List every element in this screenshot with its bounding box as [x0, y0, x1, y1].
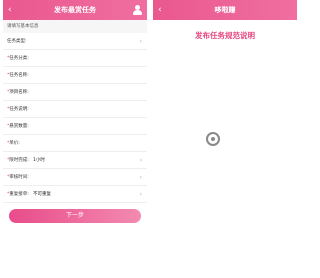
page-title: 哆啦赚 — [214, 6, 236, 14]
field-label-text: 任务名称: — [9, 73, 29, 78]
app-bar: ‹ 发布悬赏任务 — [3, 0, 147, 20]
task-form: 任务类型: › *任务分类: *任务名称: *项目名称: *任务说明: *悬赏数量: *单价:… — [3, 33, 147, 203]
form-row[interactable]: *限时完成: 1小时 › — [3, 152, 147, 169]
next-button[interactable]: 下一步 — [9, 209, 141, 223]
doc-title: 发布任务规范说明 — [195, 31, 255, 40]
chevron-right-icon: › — [139, 157, 142, 164]
chevron-right-icon: › — [139, 174, 142, 181]
field-label: *项目名称: — [7, 84, 29, 101]
form-row[interactable]: *任务分类: — [3, 50, 147, 67]
form-row[interactable]: *审核时间: › — [3, 169, 147, 186]
field-label: *重复接单: — [7, 186, 29, 203]
field-label-text: 限时完成: — [9, 158, 29, 163]
field-label-text: 任务说明: — [9, 107, 29, 112]
field-label: *任务分类: — [7, 50, 29, 67]
chevron-right-icon: › — [139, 191, 142, 198]
form-hint: 请填写基本信息 — [3, 20, 147, 33]
field-value[interactable]: 1小时 — [33, 152, 45, 169]
field-label-text: 悬赏数量: — [9, 124, 29, 129]
form-row[interactable]: *单价: — [3, 135, 147, 152]
field-label-text: 项目名称: — [9, 90, 29, 95]
field-label: 任务类型: — [7, 33, 27, 50]
app-bar: ‹ 哆啦赚 — [153, 0, 297, 20]
task-rules-screen: ‹ 哆啦赚 发布任务规范说明 — [153, 0, 297, 278]
field-label: *审核时间: — [7, 169, 29, 186]
form-row[interactable]: *悬赏数量: — [3, 118, 147, 135]
field-label-text: 任务分类: — [9, 56, 29, 61]
field-label-text: 重复接单: — [9, 192, 29, 197]
page-title: 发布悬赏任务 — [54, 6, 96, 14]
field-label: *单价: — [7, 135, 20, 152]
field-label-text: 单价: — [9, 141, 20, 146]
doc-body — [160, 46, 290, 49]
form-row[interactable]: *任务名称: — [3, 67, 147, 84]
field-label: *限时完成: — [7, 152, 29, 169]
field-label: *悬赏数量: — [7, 118, 29, 135]
chevron-right-icon: › — [139, 38, 142, 45]
field-label-text: 审核时间: — [9, 175, 29, 180]
field-label-text: 任务类型: — [7, 39, 27, 44]
field-value[interactable]: 不可重复 — [33, 186, 51, 203]
form-row[interactable]: *项目名称: — [3, 84, 147, 101]
form-row[interactable]: *任务说明: — [3, 101, 147, 118]
field-label: *任务名称: — [7, 67, 29, 84]
form-row[interactable]: 任务类型: › — [3, 33, 147, 50]
form-row[interactable]: *重复接单: 不可重复 › — [3, 186, 147, 203]
user-icon[interactable] — [133, 5, 142, 15]
publish-task-screen: ‹ 发布悬赏任务 请填写基本信息 任务类型: › *任务分类: *任务名称: *项目名称… — [3, 0, 147, 278]
field-label: *任务说明: — [7, 101, 29, 118]
